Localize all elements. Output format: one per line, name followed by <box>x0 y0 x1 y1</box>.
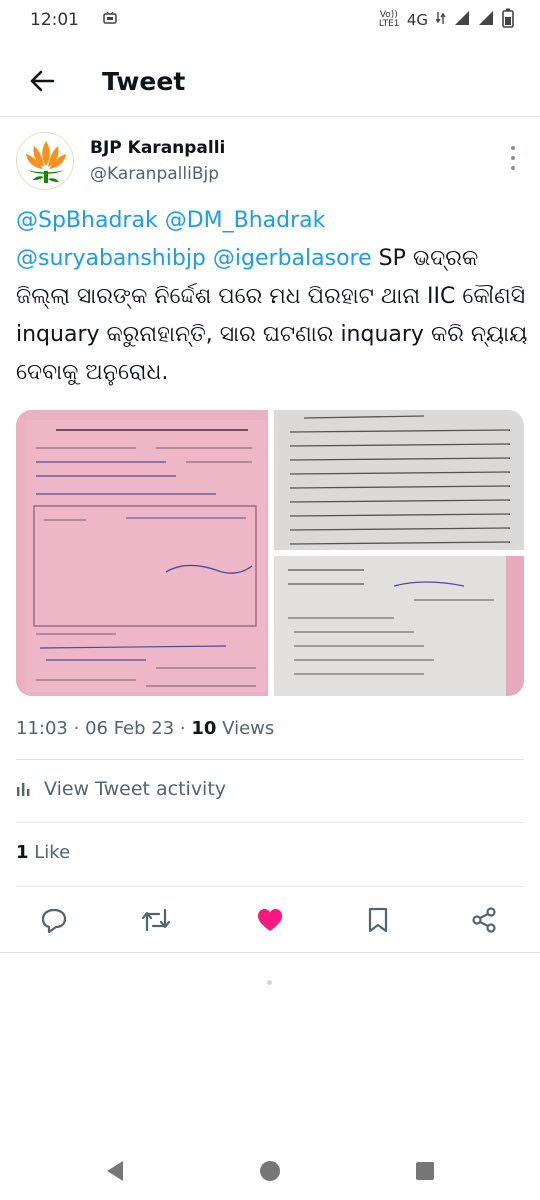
retweet-button[interactable] <box>140 904 172 936</box>
arrow-left-icon <box>30 70 55 92</box>
tweet-time: 11:03 <box>16 718 68 739</box>
meta-separator: · <box>179 718 192 739</box>
more-options-button[interactable] <box>506 146 520 170</box>
media-photo-1[interactable] <box>16 410 268 696</box>
circle-home-icon <box>260 1161 280 1181</box>
tweet-body: ଜିଲ୍ଲା ସାରଙ୍କ ନିର୍ଦ୍ଦେଶ ପରେ ମଧ ପିରହାଟ ଥା… <box>16 284 528 385</box>
back-button[interactable] <box>12 51 72 111</box>
divider <box>16 886 524 887</box>
data-arrows-icon <box>435 11 446 29</box>
more-dot <box>511 156 515 160</box>
author-name[interactable]: BJP Karanpalli <box>90 138 225 158</box>
views-count: 10 <box>191 718 217 739</box>
like-number: 1 <box>16 842 29 863</box>
share-button[interactable] <box>468 904 500 936</box>
signal-icon-1 <box>454 10 470 30</box>
share-icon <box>472 907 496 933</box>
status-bar: 12:01 Vo)) LTE1 4G <box>0 0 540 40</box>
bar-chart-icon <box>17 783 30 796</box>
media-photo-3[interactable] <box>274 556 524 696</box>
document-image <box>274 556 524 696</box>
bookmark-button[interactable] <box>362 904 394 936</box>
document-image <box>16 410 268 696</box>
media-photo-2[interactable] <box>274 410 524 550</box>
mention-link[interactable]: @igerbalasore <box>213 246 372 271</box>
tweet-body-start: SP ଭଦ୍ରକ <box>378 246 479 271</box>
page-title: Tweet <box>102 66 186 96</box>
reply-button[interactable] <box>38 904 70 936</box>
app-bar: Tweet <box>0 46 540 116</box>
tweet-author: BJP Karanpalli @KaranpalliBjp <box>16 132 524 192</box>
triangle-back-icon <box>107 1161 123 1181</box>
bookmark-icon <box>368 907 388 933</box>
status-left: 12:01 <box>30 10 117 30</box>
status-right: Vo)) LTE1 4G <box>379 8 514 32</box>
nav-home-button[interactable] <box>255 1156 285 1186</box>
status-time: 12:01 <box>30 10 79 30</box>
mention-link[interactable]: @SpBhadrak <box>16 208 158 233</box>
reply-icon <box>41 908 67 934</box>
author-handle[interactable]: @KaranpalliBjp <box>90 164 219 184</box>
battery-icon <box>502 8 514 32</box>
media-grid <box>16 410 524 696</box>
heart-icon <box>258 909 282 931</box>
notification-icon <box>103 10 117 30</box>
tweet-text: @SpBhadrak @DM_Bhadrak @suryabanshibjp @… <box>16 202 531 392</box>
views-label: Views <box>222 718 275 739</box>
network-type: 4G <box>406 11 428 29</box>
nav-back-button[interactable] <box>100 1156 130 1186</box>
document-image <box>274 410 524 550</box>
likes-count[interactable]: 1 Like <box>16 842 70 863</box>
view-activity-button[interactable]: View Tweet activity <box>16 778 226 800</box>
loading-indicator <box>267 980 272 985</box>
system-nav-bar <box>0 1140 540 1200</box>
lotus-logo-icon <box>17 133 73 189</box>
mention-link[interactable]: @DM_Bhadrak <box>165 208 326 233</box>
mention-link[interactable]: @suryabanshibjp <box>16 246 206 271</box>
tweet-meta: 11:03 · 06 Feb 23 · 10 Views <box>16 718 274 739</box>
volte-indicator: Vo)) LTE1 <box>378 10 400 29</box>
divider <box>0 952 540 953</box>
nav-recents-button[interactable] <box>410 1156 440 1186</box>
divider <box>16 759 524 760</box>
retweet-icon <box>141 908 171 932</box>
header-divider <box>0 116 540 117</box>
signal-icon-2 <box>478 10 494 30</box>
more-dot <box>511 166 515 170</box>
divider <box>16 822 524 823</box>
tweet-date: 06 Feb 23 <box>85 718 175 739</box>
meta-separator: · <box>73 718 86 739</box>
avatar[interactable] <box>16 132 74 190</box>
view-activity-label: View Tweet activity <box>44 778 227 800</box>
like-label: Like <box>34 842 71 863</box>
square-recents-icon <box>416 1162 434 1180</box>
tweet-actions <box>0 896 540 944</box>
more-vertical-icon <box>511 146 515 150</box>
like-button[interactable] <box>254 904 286 936</box>
